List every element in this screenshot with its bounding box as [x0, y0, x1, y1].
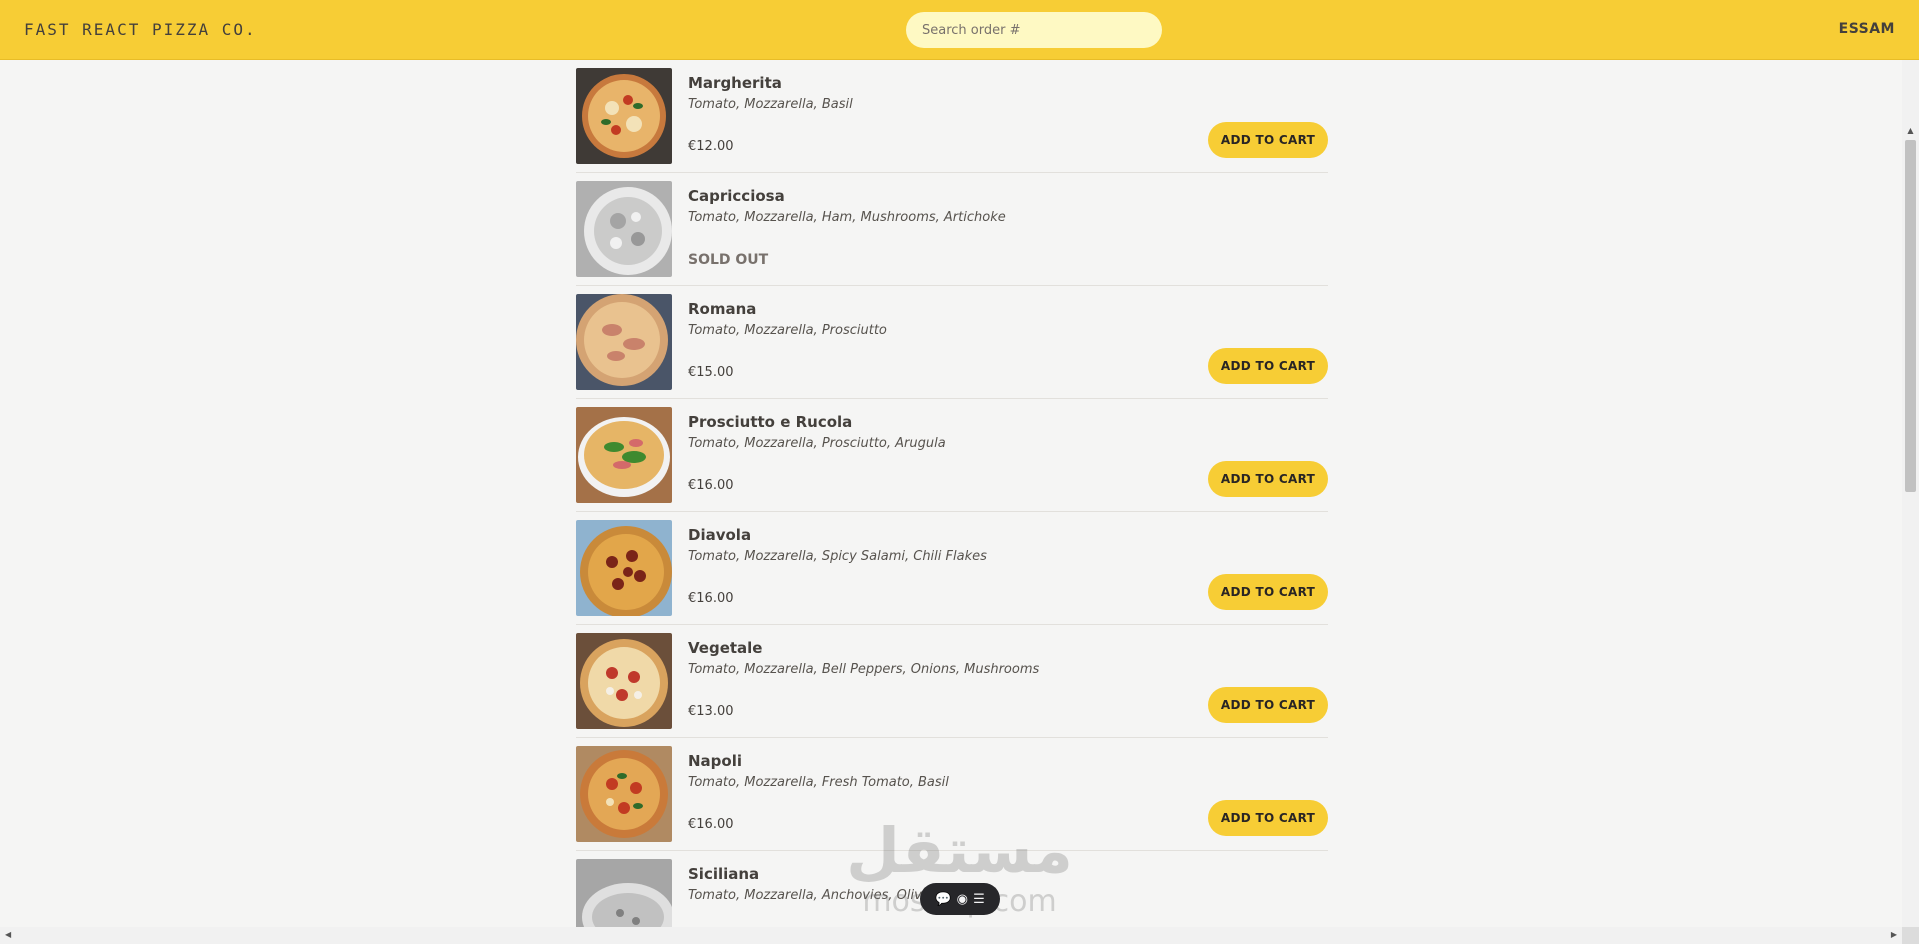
item-price: €15.00 — [688, 365, 734, 380]
item-name: Capricciosa — [688, 187, 785, 205]
item-ingredients: Tomato, Mozzarella, Basil — [688, 97, 853, 112]
item-ingredients: Tomato, Mozzarella, Bell Peppers, Onions… — [688, 662, 1040, 677]
item-price: €13.00 — [688, 704, 734, 719]
menu-item-vegetale: Vegetale Tomato, Mozzarella, Bell Pepper… — [576, 625, 1328, 738]
sold-out-label: SOLD OUT — [688, 252, 769, 268]
add-to-cart-button[interactable]: ADD TO CART — [1208, 461, 1328, 497]
item-ingredients: Tomato, Mozzarella, Prosciutto — [688, 323, 887, 338]
vertical-scroll-thumb[interactable] — [1905, 140, 1916, 492]
item-name: Romana — [688, 300, 757, 318]
menu-item-diavola: Diavola Tomato, Mozzarella, Spicy Salami… — [576, 512, 1328, 625]
item-ingredients: Tomato, Mozzarella, Prosciutto, Arugula — [688, 436, 946, 451]
horizontal-scrollbar[interactable]: ◀ ▶ — [0, 927, 1902, 944]
item-ingredients: Tomato, Mozzarella, Anchovies, Olives, — [688, 888, 941, 903]
add-to-cart-button[interactable]: ADD TO CART — [1208, 687, 1328, 723]
list-icon[interactable]: ☰ — [973, 893, 985, 906]
chat-icon[interactable]: 💬 — [935, 893, 951, 906]
floating-toolbar: 💬 ◉ ☰ — [920, 883, 1000, 915]
pizza-image-diavola — [576, 520, 672, 616]
app-logo[interactable]: FAST REACT PIZZA CO. — [24, 20, 257, 39]
scroll-right-arrow-icon[interactable]: ▶ — [1891, 930, 1897, 939]
menu-item-napoli: Napoli Tomato, Mozzarella, Fresh Tomato,… — [576, 738, 1328, 851]
item-price: €16.00 — [688, 591, 734, 606]
pizza-image-romana — [576, 294, 672, 390]
item-price: €16.00 — [688, 817, 734, 832]
menu-list: Margherita Tomato, Mozzarella, Basil €12… — [576, 60, 1328, 944]
item-name: Diavola — [688, 526, 752, 544]
scrollbar-corner — [1902, 927, 1919, 944]
username: ESSAM — [1838, 21, 1895, 37]
pizza-image-prosciutto-e-rucola — [576, 407, 672, 503]
search-order-input[interactable] — [906, 12, 1162, 48]
item-name: Vegetale — [688, 639, 763, 657]
scroll-up-arrow-icon[interactable]: ▲ — [1906, 126, 1915, 135]
item-ingredients: Tomato, Mozzarella, Ham, Mushrooms, Arti… — [688, 210, 1006, 225]
item-name: Siciliana — [688, 865, 760, 883]
item-price: €16.00 — [688, 478, 734, 493]
pizza-image-capricciosa — [576, 181, 672, 277]
pizza-image-napoli — [576, 746, 672, 842]
add-to-cart-button[interactable]: ADD TO CART — [1208, 348, 1328, 384]
message-icon[interactable]: ◉ — [957, 893, 968, 906]
menu-item-capricciosa: Capricciosa Tomato, Mozzarella, Ham, Mus… — [576, 173, 1328, 286]
item-name: Prosciutto e Rucola — [688, 413, 853, 431]
add-to-cart-button[interactable]: ADD TO CART — [1208, 800, 1328, 836]
add-to-cart-button[interactable]: ADD TO CART — [1208, 122, 1328, 158]
app-header: FAST REACT PIZZA CO. ESSAM — [0, 0, 1919, 60]
add-to-cart-button[interactable]: ADD TO CART — [1208, 574, 1328, 610]
vertical-scrollbar[interactable]: ▲ ▼ — [1902, 60, 1919, 927]
pizza-image-margherita — [576, 68, 672, 164]
item-price: €12.00 — [688, 139, 734, 154]
menu-item-margherita: Margherita Tomato, Mozzarella, Basil €12… — [576, 60, 1328, 173]
pizza-image-vegetale — [576, 633, 672, 729]
menu-item-romana: Romana Tomato, Mozzarella, Prosciutto €1… — [576, 286, 1328, 399]
scroll-left-arrow-icon[interactable]: ◀ — [5, 930, 11, 939]
item-ingredients: Tomato, Mozzarella, Fresh Tomato, Basil — [688, 775, 949, 790]
menu-item-prosciutto-e-rucola: Prosciutto e Rucola Tomato, Mozzarella, … — [576, 399, 1328, 512]
item-name: Margherita — [688, 74, 782, 92]
item-ingredients: Tomato, Mozzarella, Spicy Salami, Chili … — [688, 549, 987, 564]
item-name: Napoli — [688, 752, 743, 770]
